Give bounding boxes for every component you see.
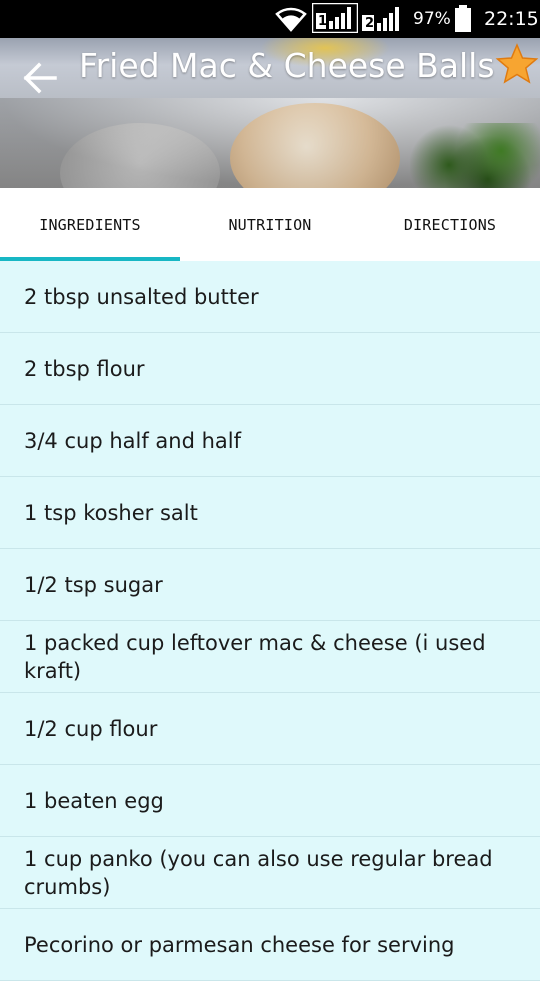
ingredients-list: 2 tbsp unsalted butter 2 tbsp flour 3/4 … bbox=[0, 261, 540, 981]
favorite-button[interactable] bbox=[494, 42, 540, 86]
battery-percentage: 97% bbox=[413, 9, 451, 29]
tab-directions[interactable]: DIRECTIONS bbox=[360, 188, 540, 261]
list-item[interactable]: 1/2 tsp sugar bbox=[0, 549, 540, 621]
header-image-parsley bbox=[410, 123, 540, 188]
recipe-header: Fried Mac & Cheese Balls bbox=[0, 38, 540, 188]
tab-ingredients[interactable]: INGREDIENTS bbox=[0, 188, 180, 261]
list-item[interactable]: 1 tsp kosher salt bbox=[0, 477, 540, 549]
arrow-left-icon bbox=[23, 62, 57, 94]
list-item[interactable]: 1 cup panko (you can also use regular br… bbox=[0, 837, 540, 909]
wifi-icon bbox=[274, 6, 308, 36]
list-item[interactable]: 1 beaten egg bbox=[0, 765, 540, 837]
tab-bar: INGREDIENTS NUTRITION DIRECTIONS bbox=[0, 188, 540, 261]
list-item[interactable]: 2 tbsp unsalted butter bbox=[0, 261, 540, 333]
list-item[interactable]: 2 tbsp flour bbox=[0, 333, 540, 405]
list-item[interactable]: 1/2 cup flour bbox=[0, 693, 540, 765]
list-item[interactable]: 1 packed cup leftover mac & cheese (i us… bbox=[0, 621, 540, 693]
sim2-label: 2 bbox=[365, 16, 375, 31]
clock: 22:15 bbox=[484, 8, 539, 30]
list-item[interactable]: Pecorino or parmesan cheese for serving bbox=[0, 909, 540, 981]
status-bar: 1 2 97% 22:15 bbox=[0, 0, 540, 38]
list-item[interactable]: 3/4 cup half and half bbox=[0, 405, 540, 477]
star-icon bbox=[495, 43, 539, 84]
recipe-title: Fried Mac & Cheese Balls bbox=[79, 46, 495, 85]
tab-nutrition[interactable]: NUTRITION bbox=[180, 188, 360, 261]
sim1-label: 1 bbox=[318, 14, 328, 29]
back-button[interactable] bbox=[14, 58, 66, 98]
battery-icon bbox=[454, 5, 472, 37]
